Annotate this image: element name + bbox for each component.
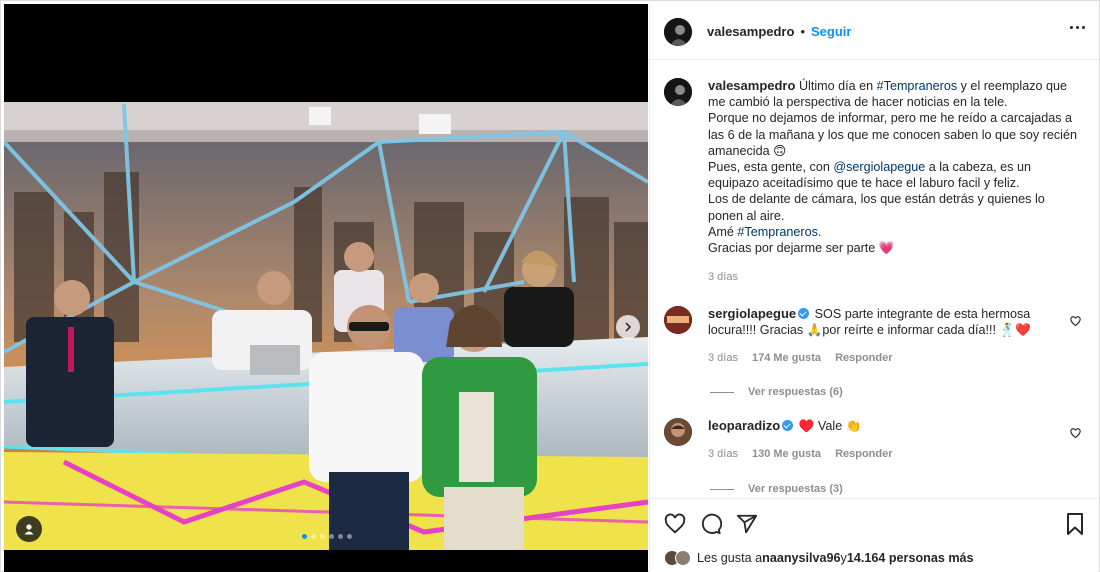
- view-replies-button[interactable]: Ver respuestas (6): [710, 386, 843, 398]
- reply-button[interactable]: Responder: [835, 350, 892, 366]
- caption-username[interactable]: valesampedro: [708, 78, 795, 93]
- avatar[interactable]: [664, 78, 692, 106]
- carousel-dot: [320, 534, 325, 539]
- avatar-image: [664, 306, 692, 334]
- comments-section[interactable]: valesampedro Último día en #Tempraneros …: [650, 61, 1099, 497]
- comment-item: leoparadizo ♥️ Vale 👏 3 días 130 Me gust…: [664, 418, 1089, 462]
- caption-line: Porque no dejamos de informar, pero me h…: [708, 111, 1077, 158]
- avatar[interactable]: [664, 418, 692, 446]
- carousel-dot: [329, 534, 334, 539]
- likes-summary: Les gusta a naanysilva96 y 14.164 person…: [664, 550, 974, 566]
- caption-text: valesampedro Último día en #Tempraneros …: [708, 78, 1078, 285]
- verified-badge-icon: [798, 308, 810, 319]
- likes-prefix: Les gusta a: [697, 551, 763, 565]
- carousel-dot-active: [302, 534, 307, 539]
- comment-button[interactable]: [700, 513, 723, 538]
- post-caption: valesampedro Último día en #Tempraneros …: [664, 78, 1089, 285]
- view-replies-button[interactable]: Ver respuestas (3): [710, 483, 843, 495]
- carousel-dot: [338, 534, 343, 539]
- replies-divider: [710, 488, 734, 490]
- caption-text-part: Amé: [708, 224, 738, 239]
- carousel-next-button[interactable]: [616, 315, 640, 339]
- comment-likes[interactable]: 130 Me gusta: [752, 446, 821, 462]
- caption-text-part: Pues, esta gente, con: [708, 160, 834, 175]
- reply-button[interactable]: Responder: [835, 446, 892, 462]
- comment-likes[interactable]: 174 Me gusta: [752, 350, 821, 366]
- comment-username[interactable]: sergiolapegue: [708, 306, 796, 321]
- caption-text-part: Último día en: [798, 79, 877, 93]
- action-icons: [664, 513, 758, 538]
- hashtag-link[interactable]: #Tempraneros: [877, 79, 958, 93]
- liker-username[interactable]: naanysilva96: [762, 551, 840, 565]
- bookmark-icon: [1067, 513, 1083, 535]
- mention-link[interactable]: @sergiolapegue: [833, 160, 925, 174]
- post-media: [4, 4, 648, 572]
- replies-divider: [710, 391, 734, 393]
- comment-body: leoparadizo ♥️ Vale 👏 3 días 130 Me gust…: [708, 418, 1048, 462]
- avatar-image: [664, 78, 692, 106]
- heart-icon[interactable]: [1070, 428, 1081, 439]
- heart-icon[interactable]: [1070, 316, 1081, 327]
- comment-timestamp[interactable]: 3 días: [708, 446, 738, 462]
- view-replies-label: Ver respuestas (3): [748, 483, 843, 495]
- separator-bullet: •: [800, 24, 805, 39]
- caption-line: Los de delante de cámara, los que están …: [708, 192, 1045, 223]
- post-author-username[interactable]: valesampedro: [707, 24, 794, 39]
- comment-item: sergiolapegue SOS parte integrante de es…: [664, 306, 1089, 367]
- post-header: valesampedro • Seguir: [650, 4, 1099, 60]
- avatar[interactable]: [664, 17, 692, 46]
- likes-count[interactable]: 14.164 personas más: [847, 551, 974, 565]
- view-replies-label: Ver respuestas (6): [748, 386, 843, 398]
- like-button[interactable]: [664, 513, 686, 538]
- chevron-right-icon: [625, 322, 632, 332]
- instagram-post-modal: valesampedro • Seguir valesampedro Últim…: [0, 0, 1100, 572]
- comment-body: sergiolapegue SOS parte integrante de es…: [708, 306, 1048, 367]
- comment-timestamp[interactable]: 3 días: [708, 350, 738, 366]
- post-photo: [4, 102, 648, 550]
- follow-button[interactable]: Seguir: [811, 24, 851, 39]
- caption-line: Gracias por dejarme ser parte 💗: [708, 241, 895, 256]
- verified-badge-icon: [782, 420, 794, 431]
- comment-meta: 3 días 130 Me gusta Responder: [708, 446, 1048, 462]
- comment-username[interactable]: leoparadizo: [708, 418, 780, 433]
- post-details-panel: valesampedro • Seguir valesampedro Últim…: [649, 4, 1099, 572]
- comment-text: ♥️ Vale 👏: [798, 419, 862, 433]
- caption-text-part: .: [817, 224, 822, 239]
- liker-avatars: [664, 550, 691, 566]
- carousel-dot: [347, 534, 352, 539]
- post-actions: Les gusta a naanysilva96 y 14.164 person…: [650, 498, 1099, 572]
- share-button[interactable]: [736, 513, 758, 538]
- comment-icon: [701, 513, 723, 535]
- more-options-icon[interactable]: [1070, 26, 1085, 29]
- save-button[interactable]: [1065, 513, 1085, 538]
- avatar-image: [664, 418, 692, 446]
- avatar-image: [664, 17, 692, 46]
- user-tag-icon: [24, 524, 34, 535]
- caption-timestamp[interactable]: 3 días: [708, 271, 738, 283]
- avatar[interactable]: [664, 306, 692, 334]
- user-tags-button[interactable]: [16, 516, 42, 542]
- heart-icon: [664, 513, 686, 534]
- hashtag-link[interactable]: #Tempraneros: [737, 225, 818, 239]
- avatar[interactable]: [675, 550, 691, 566]
- share-icon: [736, 514, 758, 534]
- comment-meta: 3 días 174 Me gusta Responder: [708, 350, 1048, 366]
- carousel-dot: [311, 534, 316, 539]
- carousel-indicator: [302, 534, 352, 539]
